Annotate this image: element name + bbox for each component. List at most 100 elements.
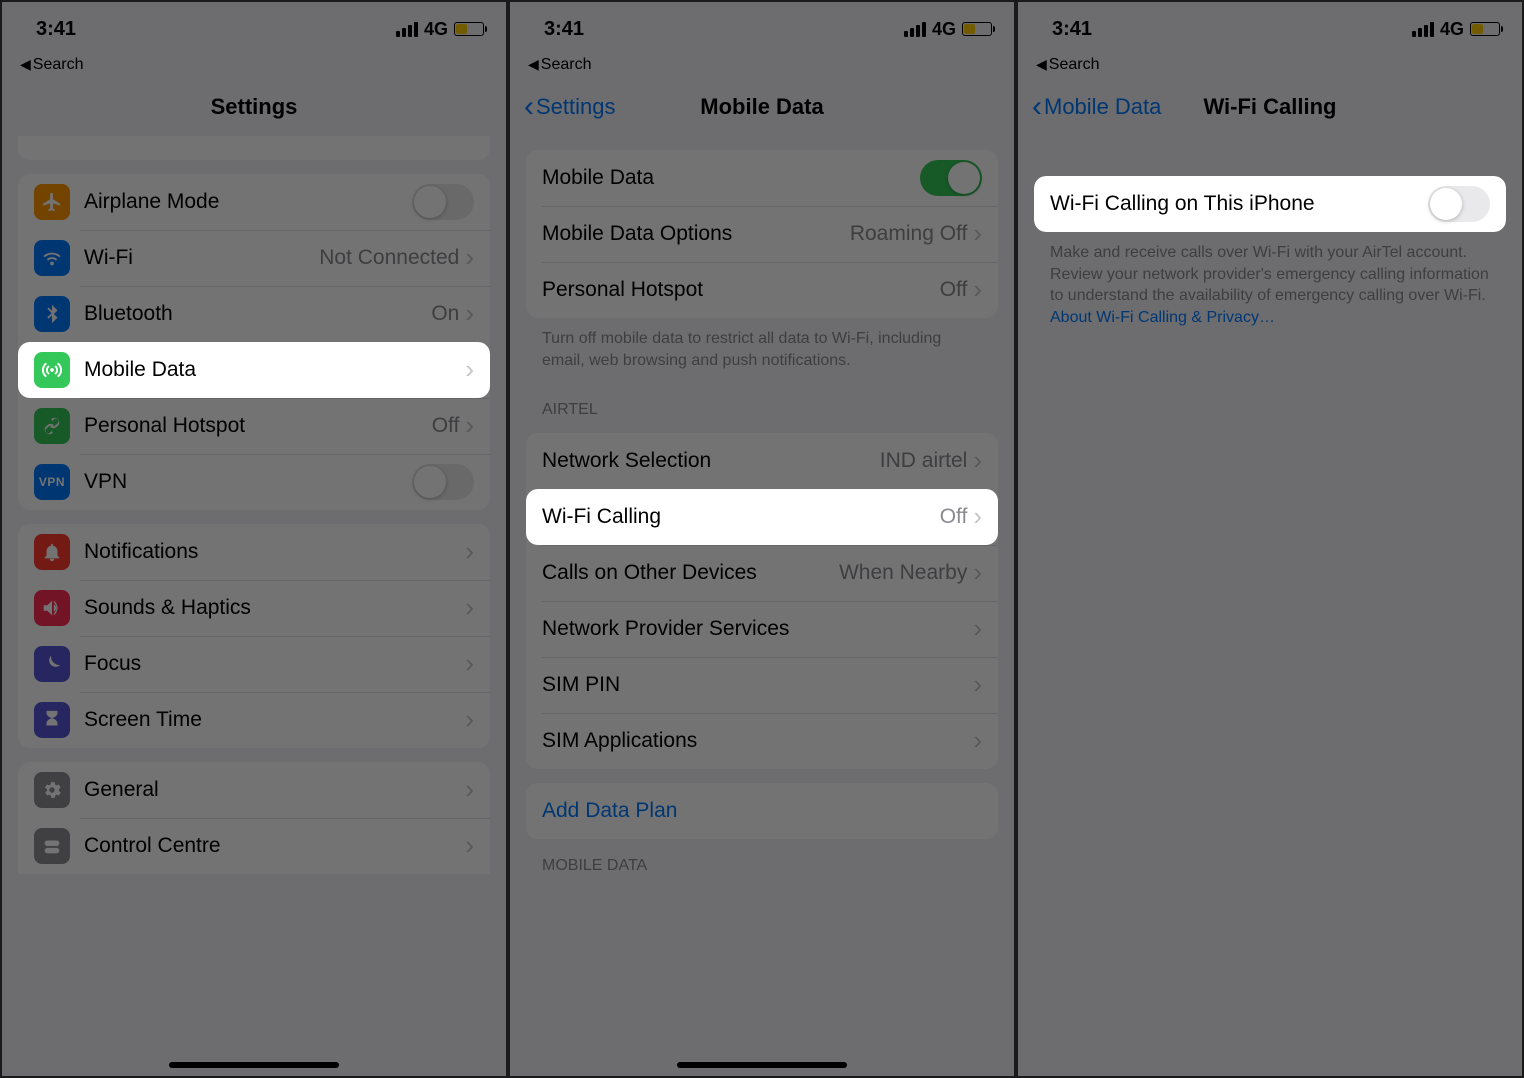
chevron-right-icon: › (973, 282, 982, 298)
wifi-calling-footer: Make and receive calls over Wi-Fi with y… (1050, 242, 1490, 328)
chevron-right-icon: › (973, 677, 982, 693)
back-to-app[interactable]: ◀Search (1018, 56, 1522, 78)
row-value: Off (940, 505, 968, 529)
sounds-haptics-row[interactable]: Sounds & Haptics› (18, 580, 490, 636)
group-general: General›Control Centre› (18, 762, 490, 874)
mobile-data-footer: Turn off mobile data to restrict all dat… (542, 328, 982, 371)
status-bar: 3:41 4G (2, 2, 506, 56)
chevron-right-icon: › (973, 565, 982, 581)
airplane-icon (34, 184, 70, 220)
home-indicator[interactable] (169, 1062, 339, 1068)
network-selection-row[interactable]: Network SelectionIND airtel› (526, 433, 998, 489)
status-network: 4G (1440, 19, 1464, 40)
navbar: ‹ Settings Mobile Data (510, 78, 1014, 136)
add-data-plan[interactable]: Add Data Plan (526, 783, 998, 839)
page-title: Settings (211, 94, 298, 120)
row-label: Focus (84, 652, 465, 676)
signal-icon (396, 22, 418, 37)
mobile-data-options-row[interactable]: Mobile Data OptionsRoaming Off› (526, 206, 998, 262)
battery-icon (962, 22, 992, 36)
focus-row[interactable]: Focus› (18, 636, 490, 692)
back-triangle-icon: ◀ (1036, 56, 1047, 72)
row-label: Wi-Fi (84, 246, 319, 270)
wi-fi-row[interactable]: Wi-FiNot Connected › (18, 230, 490, 286)
chevron-right-icon: › (973, 733, 982, 749)
row-label: General (84, 778, 465, 802)
screen-time-row[interactable]: Screen Time› (18, 692, 490, 748)
back-button[interactable]: ‹ Settings (524, 94, 616, 120)
panel-mobile-data: 3:41 4G ◀Search ‹ Settings Mobile Data M… (508, 0, 1016, 1078)
signal-icon (904, 22, 926, 37)
bluetooth-row[interactable]: BluetoothOn› (18, 286, 490, 342)
chevron-right-icon: › (465, 782, 474, 798)
back-button[interactable]: ‹ Mobile Data (1032, 94, 1161, 120)
airplane-mode-row[interactable]: Airplane Mode (18, 174, 490, 230)
profile-card-stub[interactable] (18, 136, 490, 160)
back-to-app[interactable]: ◀Search (510, 56, 1014, 78)
hourglass-icon (34, 702, 70, 738)
row-label: Sounds & Haptics (84, 596, 465, 620)
chevron-right-icon: › (465, 656, 474, 672)
row-value: Not Connected (319, 246, 459, 270)
network-provider-services-row[interactable]: Network Provider Services› (526, 601, 998, 657)
status-network: 4G (932, 19, 956, 40)
status-time: 3:41 (1052, 18, 1092, 41)
chevron-right-icon: › (465, 306, 474, 322)
control-centre-row[interactable]: Control Centre› (18, 818, 490, 874)
row-value: Off (432, 414, 460, 438)
row-label: Mobile Data Options (542, 222, 850, 246)
bluetooth-icon (34, 296, 70, 332)
chevron-right-icon: › (465, 250, 474, 266)
chevron-right-icon: › (973, 509, 982, 525)
wifi-calling-toggle[interactable] (1428, 186, 1490, 222)
antenna-icon (34, 352, 70, 388)
group-attention: Notifications›Sounds & Haptics›Focus›Scr… (18, 524, 490, 748)
chevron-right-icon: › (465, 544, 474, 560)
speaker-icon (34, 590, 70, 626)
back-triangle-icon: ◀ (528, 56, 539, 72)
personal-hotspot-row[interactable]: Personal HotspotOff› (526, 262, 998, 318)
row-label: Personal Hotspot (84, 414, 432, 438)
sim-pin-row[interactable]: SIM PIN› (526, 657, 998, 713)
chevron-right-icon: › (465, 600, 474, 616)
about-wifi-calling-link[interactable]: About Wi-Fi Calling & Privacy… (1050, 309, 1275, 326)
chevron-right-icon: › (973, 453, 982, 469)
battery-icon (1470, 22, 1500, 36)
sim-applications-row[interactable]: SIM Applications› (526, 713, 998, 769)
row-value: When Nearby (839, 561, 967, 585)
chevron-right-icon: › (465, 712, 474, 728)
chevron-left-icon: ‹ (1032, 98, 1042, 116)
row-label: Mobile Data (542, 166, 920, 190)
moon-icon (34, 646, 70, 682)
wifi-calling-row[interactable]: Wi-Fi Calling on This iPhone (1034, 176, 1506, 232)
status-bar: 3:41 4G (1018, 2, 1522, 56)
mobile-data-row[interactable]: Mobile Data (526, 150, 998, 206)
status-bar: 3:41 4G (510, 2, 1014, 56)
notifications-row[interactable]: Notifications› (18, 524, 490, 580)
back-to-app[interactable]: ◀Search (2, 56, 506, 78)
personal-hotspot-row[interactable]: Personal HotspotOff› (18, 398, 490, 454)
group-add-plan: Add Data Plan (526, 783, 998, 839)
row-label: Calls on Other Devices (542, 561, 839, 585)
status-network: 4G (424, 19, 448, 40)
vpn-row[interactable]: VPNVPN (18, 454, 490, 510)
home-indicator[interactable] (677, 1062, 847, 1068)
group-connectivity: Airplane ModeWi-FiNot Connected›Bluetoot… (18, 174, 490, 510)
mobile-data-row[interactable]: Mobile Data› (18, 342, 490, 398)
row-label: SIM PIN (542, 673, 973, 697)
row-toggle[interactable] (412, 184, 474, 220)
status-time: 3:41 (544, 18, 584, 41)
chevron-left-icon: ‹ (524, 98, 534, 116)
wi-fi-calling-row[interactable]: Wi-Fi CallingOff› (526, 489, 998, 545)
chevron-right-icon: › (973, 621, 982, 637)
chevron-right-icon: › (465, 362, 474, 378)
row-toggle[interactable] (412, 464, 474, 500)
general-row[interactable]: General› (18, 762, 490, 818)
row-toggle[interactable] (920, 160, 982, 196)
add-data-plan-label: Add Data Plan (542, 799, 677, 823)
row-label: Network Provider Services (542, 617, 973, 641)
calls-on-other-devices-row[interactable]: Calls on Other DevicesWhen Nearby › (526, 545, 998, 601)
back-label: Settings (536, 94, 616, 120)
wifi-icon (34, 240, 70, 276)
back-app-label: Search (1049, 56, 1100, 73)
